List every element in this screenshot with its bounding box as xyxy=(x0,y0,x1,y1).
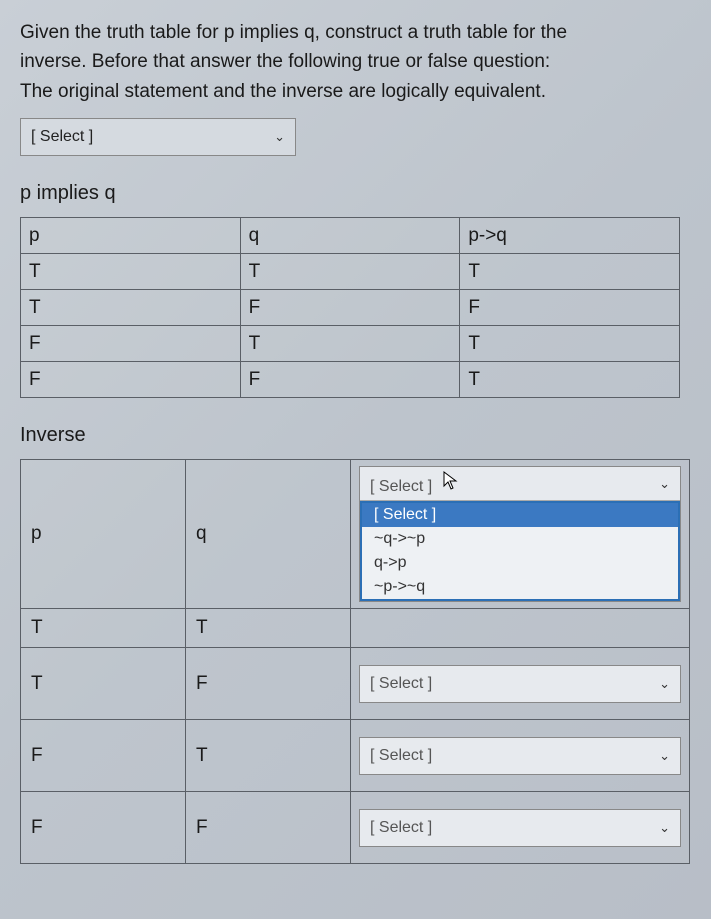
chevron-down-icon: ⌄ xyxy=(659,476,670,492)
cell-q: F xyxy=(186,648,351,720)
truth-table-implies: p q p->q T T T T F F F T T F F T xyxy=(20,217,680,398)
cell-p: T xyxy=(21,648,186,720)
cell-q: T xyxy=(186,720,351,792)
table-row: T T T xyxy=(21,254,680,290)
section-title-inverse: Inverse xyxy=(20,424,691,447)
table-row: F F [ Select ] ⌄ xyxy=(21,792,690,864)
cell-q: T xyxy=(186,609,351,648)
question-line1: Given the truth table for p implies q, c… xyxy=(20,22,567,43)
inverse-row-select[interactable]: [ Select ] ⌄ xyxy=(359,809,681,847)
dropdown-list: [ Select ] ~q->~p q->p ~p->~q xyxy=(360,501,680,601)
chevron-down-icon: ⌄ xyxy=(274,129,285,145)
truth-table-inverse: p q [ Select ] ⌄ xyxy=(20,459,690,864)
th-q: q xyxy=(240,218,460,254)
cell-q: F xyxy=(240,290,460,326)
dropdown-option[interactable]: ~p->~q xyxy=(362,575,678,599)
cell-q: T xyxy=(240,326,460,362)
chevron-down-icon: ⌄ xyxy=(659,820,670,836)
table-row: T F [ Select ] ⌄ xyxy=(21,648,690,720)
table-row: T T xyxy=(21,609,690,648)
cell-p: F xyxy=(21,720,186,792)
table-row: F F T xyxy=(21,362,680,398)
cell-p: F xyxy=(21,326,241,362)
cell-r: F xyxy=(460,290,680,326)
table-row: T F F xyxy=(21,290,680,326)
cell-p: T xyxy=(21,290,241,326)
cell-q: F xyxy=(240,362,460,398)
cell-p: T xyxy=(21,254,241,290)
equivalence-select-label: [ Select ] xyxy=(31,128,93,146)
cell-p: F xyxy=(21,792,186,864)
th-pq: p->q xyxy=(460,218,680,254)
cell-r: T xyxy=(460,362,680,398)
inverse-header-select[interactable]: [ Select ] ⌄ [ Select ] ~q->~p q->p xyxy=(359,466,681,602)
cell-r: T xyxy=(460,254,680,290)
table-row: F T T xyxy=(21,326,680,362)
chevron-down-icon: ⌄ xyxy=(659,676,670,692)
equivalence-select[interactable]: [ Select ] ⌄ xyxy=(20,118,296,156)
cell-q: F xyxy=(186,792,351,864)
th-p: p xyxy=(21,460,186,609)
chevron-down-icon: ⌄ xyxy=(659,748,670,764)
cell-r: T xyxy=(460,326,680,362)
inverse-row-select-label: [ Select ] xyxy=(370,675,432,693)
question-line2: inverse. Before that answer the followin… xyxy=(20,51,550,72)
cell-p: F xyxy=(21,362,241,398)
cell-q: T xyxy=(240,254,460,290)
table-row: F T [ Select ] ⌄ xyxy=(21,720,690,792)
inverse-row-select[interactable]: [ Select ] ⌄ xyxy=(359,737,681,775)
section-title-implies: p implies q xyxy=(20,182,691,205)
inverse-row-select-label: [ Select ] xyxy=(370,747,432,765)
question-line3: The original statement and the inverse a… xyxy=(20,81,546,102)
th-p: p xyxy=(21,218,241,254)
dropdown-option[interactable]: [ Select ] xyxy=(362,503,678,527)
inverse-row-select[interactable]: [ Select ] ⌄ xyxy=(359,665,681,703)
th-q: q xyxy=(186,460,351,609)
cell-p: T xyxy=(21,609,186,648)
inverse-row-select-label: [ Select ] xyxy=(370,819,432,837)
dropdown-option[interactable]: q->p xyxy=(362,551,678,575)
cursor-icon xyxy=(443,471,459,491)
dropdown-option[interactable]: ~q->~p xyxy=(362,527,678,551)
inverse-header-select-label: [ Select ] xyxy=(370,478,432,495)
